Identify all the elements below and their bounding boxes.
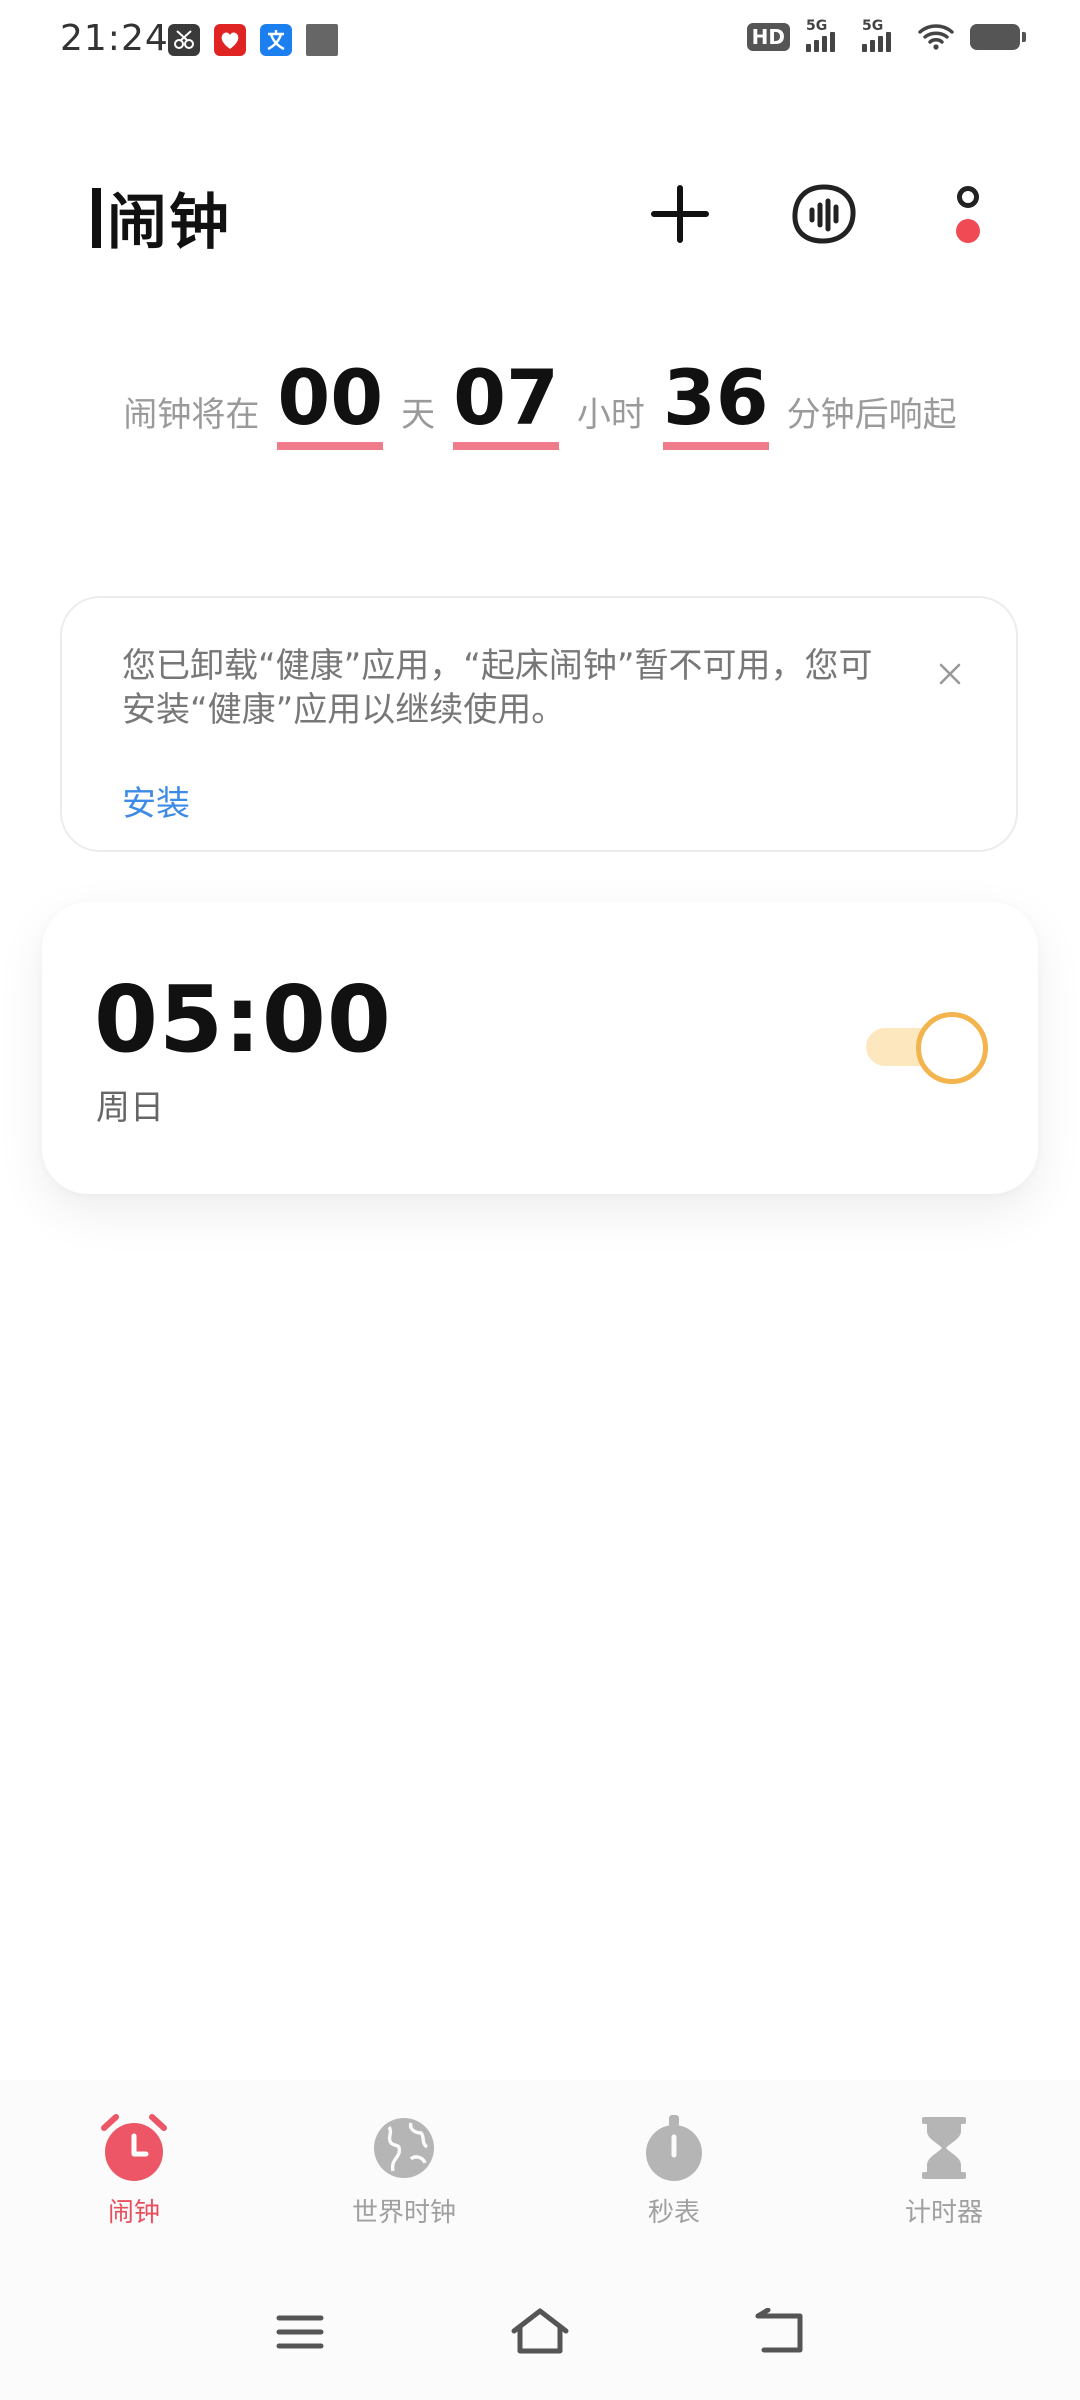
app-header: 闹钟 bbox=[0, 150, 1080, 270]
status-bar: 21:24 HD 5G 5G bbox=[0, 0, 1080, 84]
battery-icon bbox=[970, 24, 1026, 50]
alarm-item[interactable]: 05:00 周日 bbox=[42, 902, 1038, 1194]
countdown-hours: 07 bbox=[453, 360, 559, 450]
voice-assistant-button[interactable] bbox=[784, 174, 864, 254]
tab-stopwatch-label: 秒表 bbox=[647, 2198, 700, 2228]
tab-world-clock[interactable]: 世界时钟 bbox=[304, 2112, 504, 2229]
plus-icon bbox=[651, 185, 709, 243]
title-accent-bar bbox=[92, 187, 101, 248]
back-icon bbox=[755, 2308, 803, 2353]
stopwatch-icon bbox=[638, 2112, 710, 2184]
title-wrap: 闹钟 bbox=[92, 174, 231, 261]
hd-voice-icon: HD bbox=[746, 23, 790, 51]
notice-close-button[interactable] bbox=[928, 652, 972, 696]
recent-apps-button[interactable] bbox=[260, 2302, 340, 2362]
globe-icon bbox=[368, 2112, 440, 2184]
countdown-suffix: 分钟后响起 bbox=[786, 395, 957, 435]
page-title: 闹钟 bbox=[107, 188, 231, 258]
more-vertical-icon bbox=[956, 186, 980, 243]
toggle-knob bbox=[916, 1012, 988, 1084]
notification-icons bbox=[168, 24, 338, 56]
notice-message: 您已卸载“健康”应用，“起床闹钟”暂不可用，您可安装“健康”应用以继续使用。 bbox=[122, 646, 873, 730]
tab-alarm-label: 闹钟 bbox=[107, 2198, 160, 2228]
alarm-enable-toggle[interactable] bbox=[866, 1012, 988, 1084]
back-button[interactable] bbox=[740, 2302, 820, 2362]
tab-timer-label: 计时器 bbox=[904, 2198, 983, 2228]
countdown-days-unit: 天 bbox=[401, 395, 436, 435]
health-app-notice-card: 您已卸载“健康”应用，“起床闹钟”暂不可用，您可安装“健康”应用以继续使用。 安… bbox=[60, 596, 1018, 852]
wifi-icon bbox=[918, 24, 954, 50]
hourglass-icon bbox=[908, 2112, 980, 2184]
countdown-days: 00 bbox=[277, 360, 384, 450]
status-time: 21:24 bbox=[60, 18, 169, 59]
menu-icon bbox=[276, 2315, 324, 2349]
countdown-minutes: 36 bbox=[662, 360, 769, 450]
system-navigation-bar bbox=[0, 2260, 1080, 2400]
countdown-prefix: 闹钟将在 bbox=[123, 395, 260, 435]
signal-2-icon: 5G bbox=[862, 18, 902, 52]
next-alarm-countdown: 闹钟将在 00 天 07 小时 36 分钟后响起 bbox=[0, 360, 1080, 450]
add-alarm-button[interactable] bbox=[640, 174, 720, 254]
clock-app-screen: 21:24 HD 5G 5G 闹钟 闹钟将在 00 天 07 小时 36 分钟后… bbox=[0, 0, 1080, 2400]
alarm-clock-icon bbox=[98, 2112, 170, 2184]
voice-wave-icon bbox=[792, 184, 856, 244]
gray-square-icon bbox=[306, 24, 338, 56]
bottom-tab-bar: 闹钟 世界时钟 秒表 计时器 bbox=[0, 2080, 1080, 2260]
tab-timer[interactable]: 计时器 bbox=[844, 2112, 1044, 2229]
translate-app-icon bbox=[260, 24, 292, 56]
alarm-repeat-days: 周日 bbox=[96, 1088, 164, 1128]
more-options-button[interactable] bbox=[928, 174, 1008, 254]
install-link[interactable]: 安装 bbox=[122, 776, 190, 825]
red-app-icon bbox=[214, 24, 246, 56]
close-icon bbox=[939, 663, 961, 685]
home-icon bbox=[511, 2308, 569, 2354]
tab-alarm[interactable]: 闹钟 bbox=[34, 2112, 234, 2229]
home-button[interactable] bbox=[500, 2302, 580, 2362]
countdown-hours-unit: 小时 bbox=[576, 395, 645, 435]
signal-1-icon: 5G bbox=[806, 18, 846, 52]
scissors-app-icon bbox=[168, 24, 200, 56]
alarm-time: 05:00 bbox=[94, 966, 392, 1073]
system-status-icons: HD 5G 5G bbox=[746, 18, 1026, 52]
tab-stopwatch[interactable]: 秒表 bbox=[574, 2112, 774, 2229]
tab-world-clock-label: 世界时钟 bbox=[351, 2198, 456, 2228]
